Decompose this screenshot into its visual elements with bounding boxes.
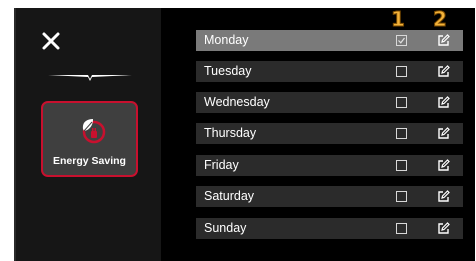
day-row-thursday[interactable]: Thursday xyxy=(196,123,463,144)
edit-icon xyxy=(438,190,450,202)
day-checkbox[interactable] xyxy=(396,223,407,234)
edit-icon xyxy=(438,159,450,171)
day-label: Wednesday xyxy=(204,95,270,109)
sidebar: Energy Saving xyxy=(16,8,161,261)
day-row-wednesday[interactable]: Wednesday xyxy=(196,92,463,113)
edit-button[interactable] xyxy=(437,159,450,172)
close-icon xyxy=(42,32,60,50)
edit-icon xyxy=(438,34,450,46)
day-checkbox[interactable] xyxy=(396,160,407,171)
energy-saving-mode-tile[interactable]: Energy Saving xyxy=(41,101,138,177)
day-row-tuesday[interactable]: Tuesday xyxy=(196,61,463,82)
screen: Energy Saving 1 2 Monday Tuesday Wednesday… xyxy=(0,0,476,261)
day-row-monday[interactable]: Monday xyxy=(196,30,463,51)
day-row-saturday[interactable]: Saturday xyxy=(196,186,463,207)
edit-icon xyxy=(438,127,450,139)
day-checkbox[interactable] xyxy=(396,35,407,46)
column-marker-1: 1 xyxy=(391,7,406,31)
edit-button[interactable] xyxy=(437,190,450,203)
day-label: Tuesday xyxy=(204,64,252,78)
edit-button[interactable] xyxy=(437,222,450,235)
day-label: Monday xyxy=(204,33,249,47)
edit-icon xyxy=(438,65,450,77)
column-marker-2: 2 xyxy=(433,7,448,31)
day-checkbox[interactable] xyxy=(396,191,407,202)
day-checkbox[interactable] xyxy=(396,128,407,139)
edit-icon xyxy=(438,222,450,234)
day-label: Thursday xyxy=(204,126,257,140)
close-button[interactable] xyxy=(40,30,62,52)
day-label: Friday xyxy=(204,158,239,172)
day-label: Saturday xyxy=(204,189,255,203)
day-checkbox[interactable] xyxy=(396,66,407,77)
checkmark-icon xyxy=(398,37,405,44)
divider-ornament xyxy=(48,75,132,81)
schedule-panel: Energy Saving 1 2 Monday Tuesday Wednesday… xyxy=(14,8,475,261)
energy-saving-icon xyxy=(82,119,106,144)
edit-button[interactable] xyxy=(437,65,450,78)
day-label: Sunday xyxy=(204,221,247,235)
edit-button[interactable] xyxy=(437,127,450,140)
day-row-sunday[interactable]: Sunday xyxy=(196,218,463,239)
day-row-friday[interactable]: Friday xyxy=(196,155,463,176)
edit-button[interactable] xyxy=(437,96,450,109)
energy-saving-label: Energy Saving xyxy=(53,155,126,167)
edit-icon xyxy=(438,96,450,108)
day-checkbox[interactable] xyxy=(396,97,407,108)
edit-button[interactable] xyxy=(437,34,450,47)
